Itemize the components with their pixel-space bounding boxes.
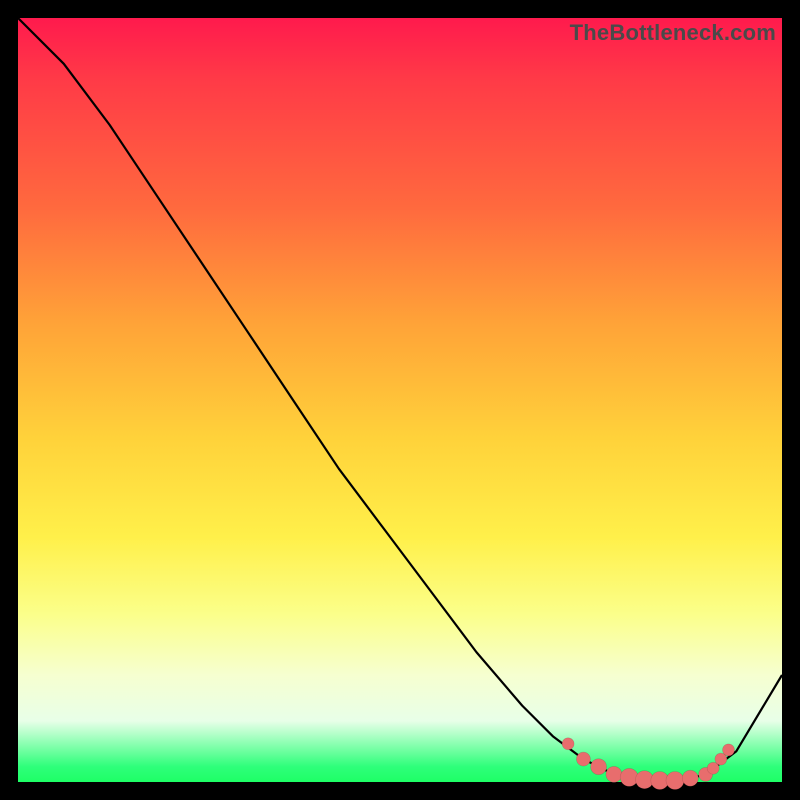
optimal-dot [562,738,574,750]
optimal-dot [682,770,698,786]
optimal-dot [723,744,735,756]
optimal-dot [576,752,590,766]
optimal-dot [591,759,607,775]
chart-svg [18,18,782,782]
optimal-dot [666,772,684,790]
chart-frame: TheBottleneck.com [18,18,782,782]
optimal-range-dots [562,738,734,790]
optimal-dot [606,766,622,782]
bottleneck-curve [18,18,782,782]
